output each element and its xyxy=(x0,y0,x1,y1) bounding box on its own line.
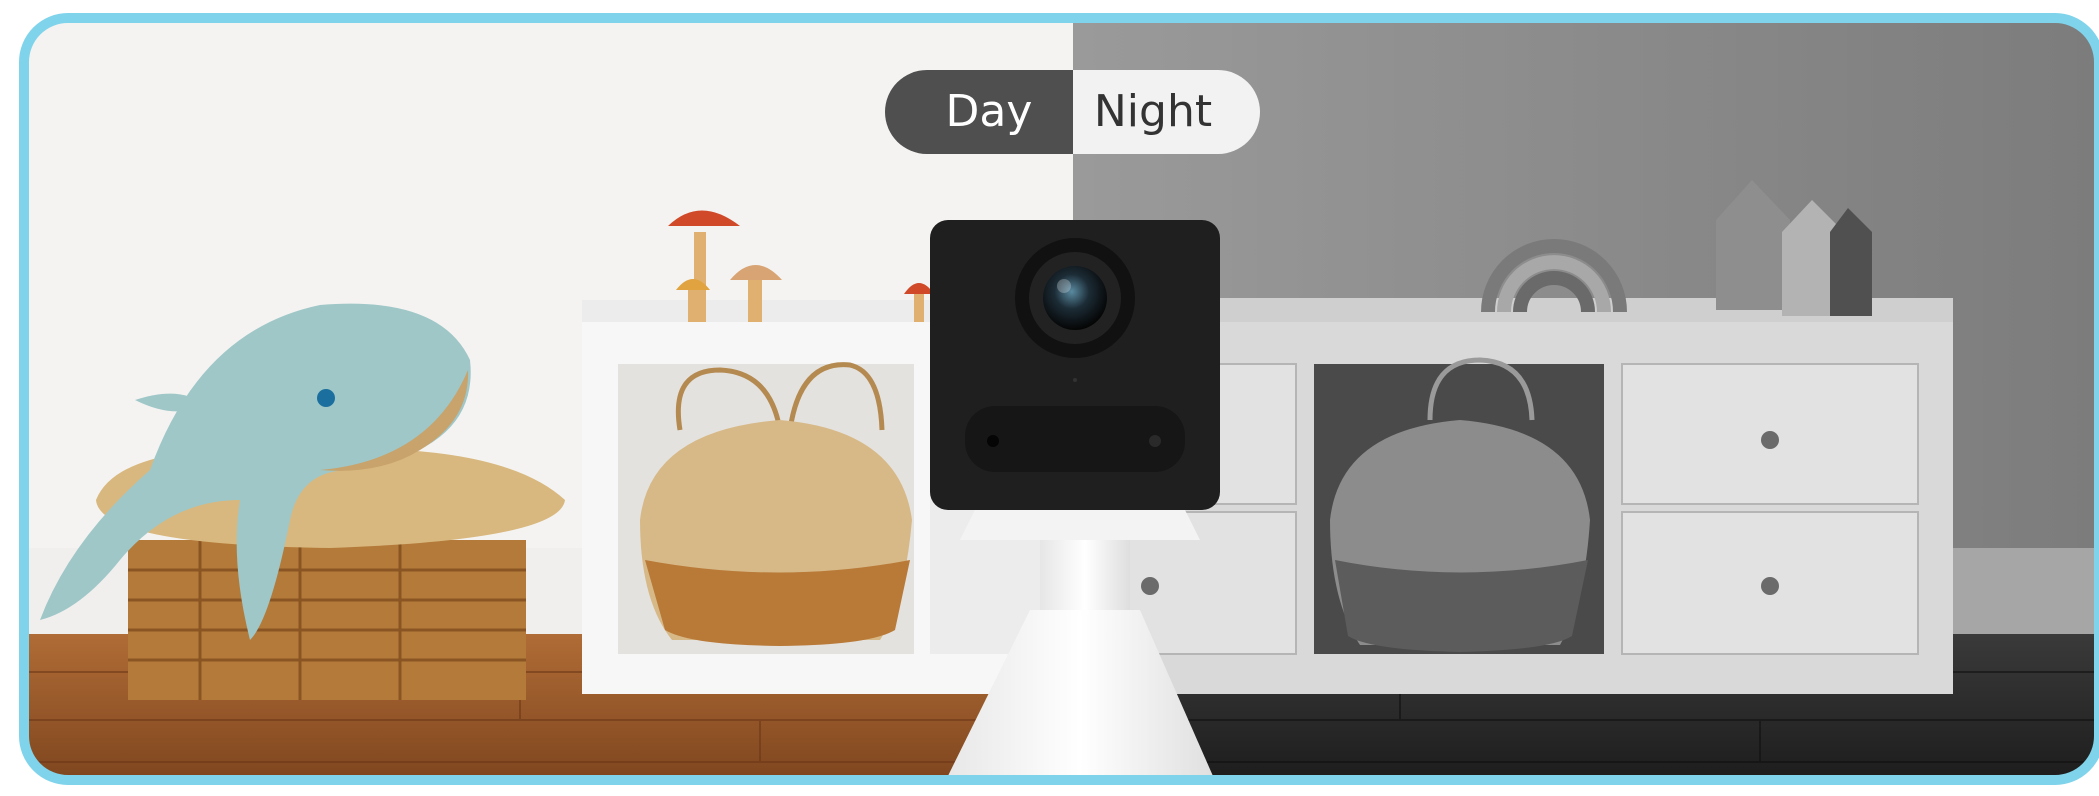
toggle-day-label[interactable]: Day xyxy=(946,86,1033,137)
camera-lens xyxy=(1043,266,1107,330)
day-night-toggle[interactable]: Day Night xyxy=(885,70,1260,154)
drawer-knob-icon xyxy=(1141,577,1159,595)
drawer-knob-icon xyxy=(1761,431,1779,449)
scene-illustration: Day Night xyxy=(19,13,2099,785)
day-night-comparison-banner: Day Night xyxy=(0,0,2099,792)
toggle-night-label[interactable]: Night xyxy=(1094,86,1212,137)
drawer-knob-icon xyxy=(1761,577,1779,595)
